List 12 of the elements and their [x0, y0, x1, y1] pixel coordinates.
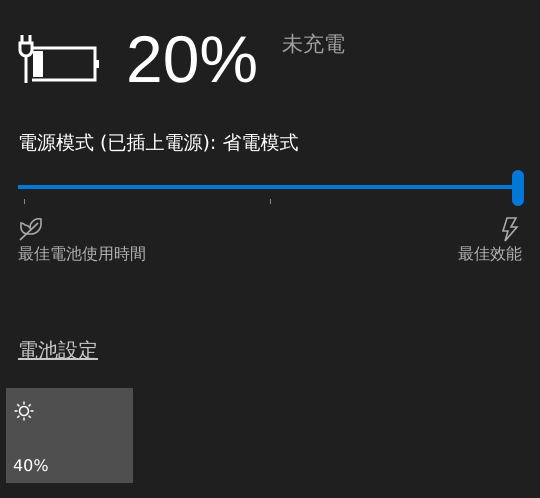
battery-settings-link[interactable]: 電池設定 [18, 337, 98, 364]
power-mode-label: 電源模式 (已插上電源): 省電模式 [18, 131, 300, 156]
battery-percent: 20% [126, 26, 258, 92]
slider-thumb[interactable] [512, 170, 524, 206]
max-label: 最佳效能 [458, 244, 522, 265]
battery-plug-icon [18, 35, 100, 83]
power-mode-slider[interactable] [18, 170, 524, 206]
min-label: 最佳電池使用時間 [18, 244, 146, 265]
leaf-icon [18, 216, 44, 242]
sun-icon [13, 400, 35, 422]
brightness-tile[interactable]: 40% [6, 388, 133, 483]
charging-status: 未充電 [282, 31, 346, 58]
